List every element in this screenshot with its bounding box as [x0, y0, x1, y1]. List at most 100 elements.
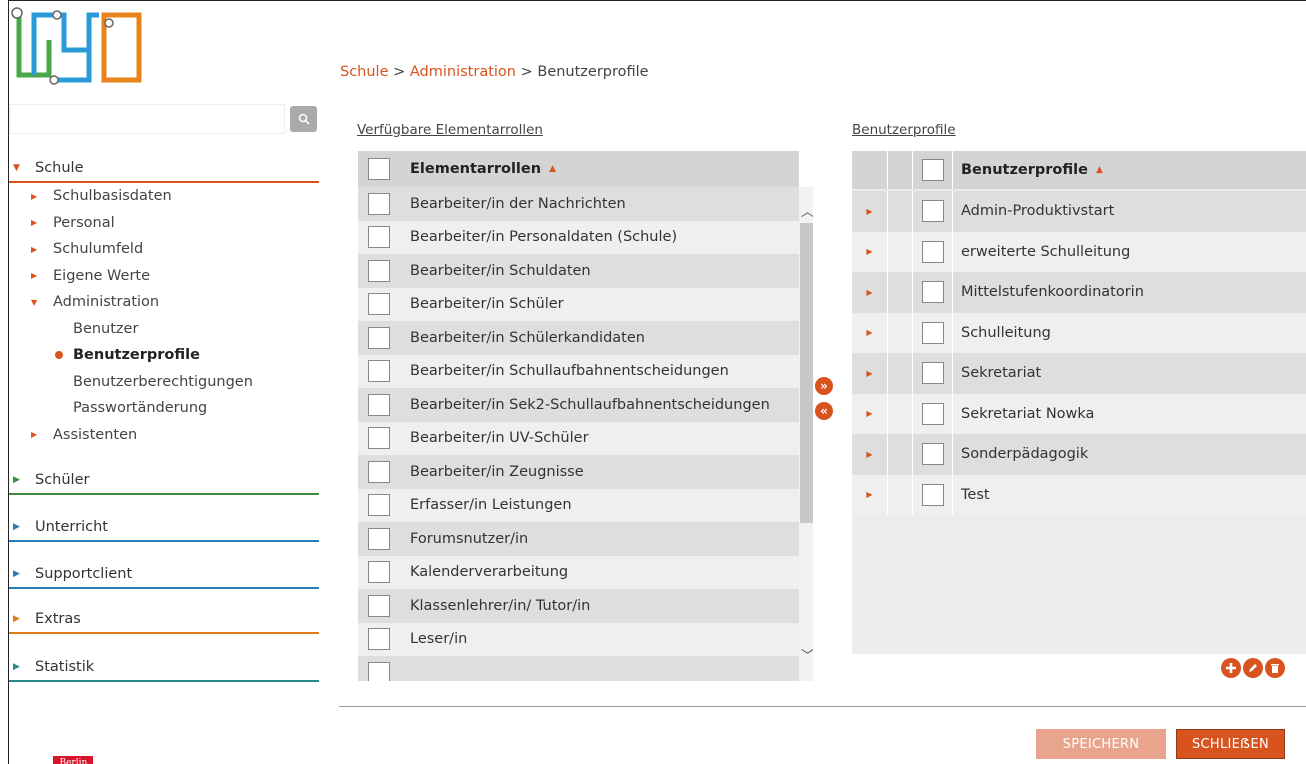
add-button[interactable] — [1221, 658, 1241, 678]
table-row[interactable]: Bearbeiter/in Schuldaten — [358, 254, 799, 288]
table-row[interactable]: Bearbeiter/in UV-Schüler — [358, 421, 799, 455]
row-checkbox[interactable] — [921, 402, 944, 425]
nav-item-personal[interactable]: ▶ Personal — [9, 210, 319, 237]
column-header-benutzerprofile[interactable]: Benutzerprofile ▲ — [952, 151, 1306, 189]
table-row[interactable]: ▶ Admin-Produktivstart — [852, 191, 1306, 232]
caret-down-icon: ▼ — [13, 163, 20, 173]
expand-row-button[interactable]: ▶ — [852, 272, 887, 313]
row-checkbox[interactable] — [921, 362, 944, 385]
table-row[interactable]: Kalenderverarbeitung — [358, 555, 799, 589]
table-row[interactable]: Bearbeiter/in Zeugnisse — [358, 455, 799, 489]
delete-button[interactable] — [1265, 658, 1285, 678]
scroll-up-icon[interactable]: ︿ — [801, 201, 813, 220]
row-checkbox[interactable] — [368, 561, 390, 584]
nav-extras[interactable]: ▶ Extras — [9, 606, 319, 632]
row-checkbox[interactable] — [368, 661, 390, 681]
expand-row-button[interactable]: ▶ — [852, 434, 887, 475]
select-all-checkbox[interactable] — [368, 158, 390, 180]
nav-statistik[interactable]: ▶ Statistik — [9, 654, 319, 680]
nav-item-eigene-werte[interactable]: ▶ Eigene Werte — [9, 263, 319, 290]
row-checkbox[interactable] — [368, 527, 390, 550]
scrollbar-thumb[interactable] — [800, 223, 813, 523]
table-row[interactable]: Bearbeiter/in der Nachrichten — [358, 187, 799, 221]
table-row[interactable]: Erfasser/in Leistungen — [358, 488, 799, 522]
scroll-down-icon[interactable]: ﹀ — [801, 645, 813, 664]
nav-supportclient[interactable]: ▶ Supportclient — [9, 561, 319, 587]
breadcrumb-schule[interactable]: Schule — [340, 64, 389, 80]
row-checkbox[interactable] — [368, 192, 390, 215]
table-row[interactable]: Bearbeiter/in Schülerkandidaten — [358, 321, 799, 355]
nav-section-label: Unterricht — [35, 519, 108, 535]
expand-row-button[interactable]: ▶ — [852, 191, 887, 232]
table-row[interactable]: ▶ erweiterte Schulleitung — [852, 231, 1306, 273]
nav-item-schulumfeld[interactable]: ▶ Schulumfeld — [9, 236, 319, 263]
row-checkbox[interactable] — [921, 483, 944, 506]
row-checkbox[interactable] — [921, 240, 944, 263]
nav-unterricht-section: ▶ Unterricht — [9, 514, 319, 542]
close-button[interactable]: SCHLIEẞEN — [1176, 729, 1285, 759]
caret-right-icon: ▶ — [13, 522, 20, 532]
table-row[interactable]: ▶ Sekretariat — [852, 353, 1306, 394]
row-checkbox[interactable] — [368, 226, 390, 249]
search-input[interactable] — [9, 104, 285, 134]
save-button[interactable]: SPEICHERN — [1036, 729, 1166, 759]
select-all-checkbox[interactable] — [921, 159, 944, 181]
table-row[interactable]: ▶ Sekretariat Nowka — [852, 393, 1306, 435]
nav-unterricht[interactable]: ▶ Unterricht — [9, 514, 319, 540]
nav-extras-section: ▶ Extras — [9, 606, 319, 634]
row-checkbox[interactable] — [368, 628, 390, 651]
breadcrumb-administration[interactable]: Administration — [410, 64, 516, 80]
row-checkbox[interactable] — [921, 281, 944, 304]
table-row[interactable]: Bearbeiter/in Personaldaten (Schule) — [358, 220, 799, 254]
move-left-button[interactable]: « — [815, 402, 833, 420]
table-row[interactable]: Bearbeiter/in Schullaufbahnentscheidunge… — [358, 354, 799, 388]
nav-item-passwortaenderung[interactable]: Passwortänderung — [9, 395, 319, 422]
nav-schueler[interactable]: ▶ Schüler — [9, 467, 319, 493]
expand-row-button[interactable]: ▶ — [852, 232, 887, 273]
nav-item-administration[interactable]: ▼ Administration — [9, 289, 319, 316]
nav-item-benutzerprofile[interactable]: Benutzerprofile — [9, 342, 319, 369]
nav-divider — [9, 587, 319, 589]
edit-button[interactable] — [1243, 658, 1263, 678]
nav-schule[interactable]: ▼ Schule — [9, 155, 319, 181]
row-checkbox[interactable] — [368, 494, 390, 517]
nav-item-assistenten[interactable]: ▶ Assistenten — [9, 422, 319, 449]
expand-row-button[interactable]: ▶ — [852, 475, 887, 516]
nav-item-schulbasisdaten[interactable]: ▶ Schulbasisdaten — [9, 183, 319, 210]
row-checkbox[interactable] — [368, 393, 390, 416]
row-label: Leser/in — [410, 631, 468, 648]
expand-row-button[interactable]: ▶ — [852, 353, 887, 394]
nav-item-benutzerberechtigungen[interactable]: Benutzerberechtigungen — [9, 369, 319, 396]
row-checkbox[interactable] — [368, 594, 390, 617]
table-row[interactable]: Bearbeiter/in Sek2-Schullaufbahnentschei… — [358, 388, 799, 422]
table-row[interactable]: Klassenlehrer/in/ Tutor/in — [358, 589, 799, 623]
table-row[interactable] — [358, 656, 799, 681]
row-checkbox[interactable] — [921, 321, 944, 344]
row-checkbox[interactable] — [368, 427, 390, 450]
nav-item-label: Benutzerprofile — [73, 347, 200, 364]
table-row[interactable]: Bearbeiter/in Schüler — [358, 287, 799, 321]
search-button[interactable] — [290, 106, 317, 132]
row-checkbox[interactable] — [368, 460, 390, 483]
expand-row-button[interactable]: ▶ — [852, 313, 887, 354]
nav-item-benutzer[interactable]: Benutzer — [9, 316, 319, 343]
table-row[interactable]: Leser/in — [358, 622, 799, 656]
row-label: Test — [952, 474, 1306, 515]
row-checkbox[interactable] — [368, 360, 390, 383]
row-label: Bearbeiter/in Zeugnisse — [410, 463, 584, 480]
row-checkbox[interactable] — [368, 293, 390, 316]
scrollbar[interactable]: ︿ ﹀ — [799, 187, 813, 681]
table-row[interactable]: Forumsnutzer/in — [358, 522, 799, 556]
row-checkbox[interactable] — [921, 443, 944, 466]
table-row[interactable]: ▶ Sonderpädagogik — [852, 434, 1306, 475]
table-row[interactable]: ▶ Schulleitung — [852, 312, 1306, 354]
row-checkbox[interactable] — [368, 259, 390, 282]
row-checkbox[interactable] — [368, 326, 390, 349]
table-row[interactable]: ▶ Mittelstufenkoordinatorin — [852, 272, 1306, 313]
table-row[interactable]: ▶ Test — [852, 474, 1306, 516]
expand-row-button[interactable]: ▶ — [852, 394, 887, 435]
row-checkbox[interactable] — [921, 200, 944, 223]
move-right-button[interactable]: » — [815, 377, 833, 395]
column-header-elementarrollen[interactable]: Elementarrollen ▲ — [400, 151, 799, 187]
footer-divider — [339, 706, 1306, 707]
